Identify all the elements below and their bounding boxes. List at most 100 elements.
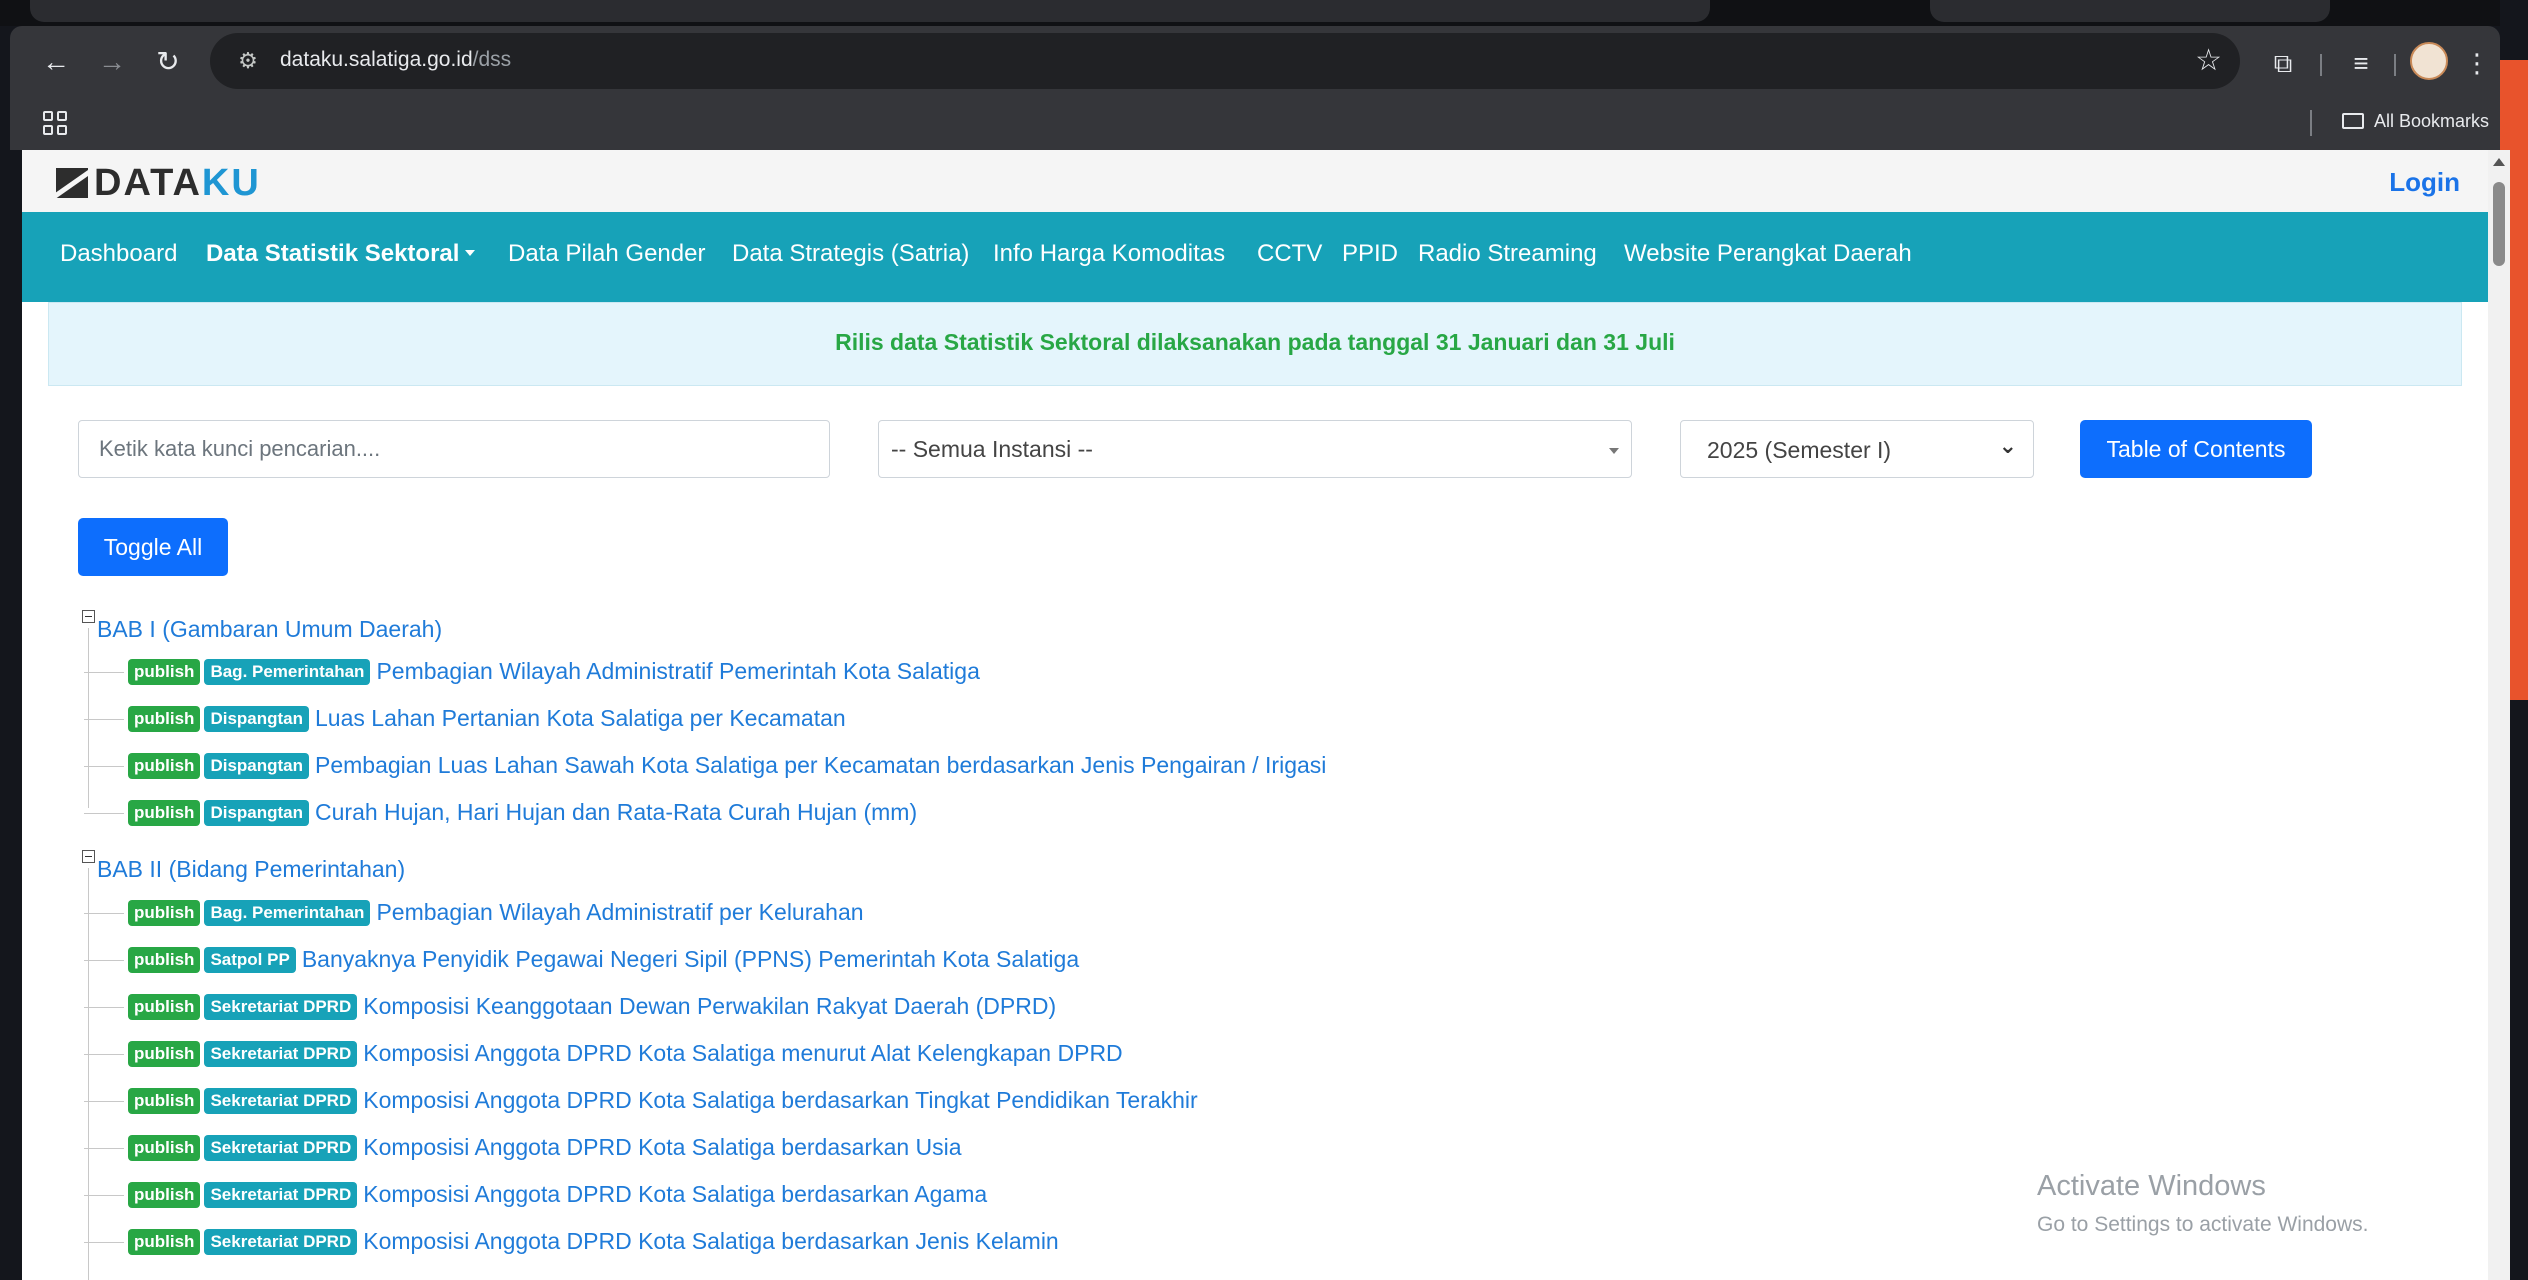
instansi-badge: Bag. Pemerintahan xyxy=(204,659,371,685)
dataset-link[interactable]: Komposisi Anggota DPRD Kota Salatiga ber… xyxy=(363,1087,1197,1113)
browser-tab[interactable] xyxy=(30,0,1710,22)
tree-item: publish Sekretariat DPRD Komposisi Keanggo… xyxy=(84,993,1056,1021)
publish-badge: publish xyxy=(128,1041,201,1067)
instansi-badge: Sekretariat DPRD xyxy=(204,1182,358,1208)
dataset-link[interactable]: Komposisi Anggota DPRD Kota Salatiga ber… xyxy=(363,1134,961,1160)
back-arrow-icon[interactable]: ← xyxy=(40,46,72,78)
nav-radio-streaming[interactable]: Radio Streaming xyxy=(1418,240,1597,268)
watermark-subtitle: Go to Settings to activate Windows. xyxy=(2037,1213,2369,1236)
publish-badge: publish xyxy=(128,994,201,1020)
url-text[interactable]: dataku.salatiga.go.id/dss xyxy=(280,48,511,72)
dataset-link[interactable]: Pembagian Luas Lahan Sawah Kota Salatiga… xyxy=(315,752,1326,778)
login-link[interactable]: Login xyxy=(2389,167,2460,198)
publish-badge: publish xyxy=(128,706,201,732)
media-control-icon[interactable]: ≡ xyxy=(2344,46,2378,80)
instansi-badge: Dispangtan xyxy=(204,706,310,732)
instansi-badge: Sekretariat DPRD xyxy=(204,994,358,1020)
instansi-badge: Bag. Pemerintahan xyxy=(204,900,371,926)
tree-item: publish Dispangtan Pembagian Luas Lahan Sa… xyxy=(84,752,1326,780)
nav-ppid[interactable]: PPID xyxy=(1342,240,1398,268)
toggle-all-button[interactable]: Toggle All xyxy=(78,518,228,576)
reload-icon[interactable]: ↻ xyxy=(152,46,184,78)
dataset-link[interactable]: Luas Lahan Pertanian Kota Salatiga per K… xyxy=(315,705,846,731)
chevron-down-icon: ⌄ xyxy=(1998,433,2017,458)
search-input[interactable] xyxy=(78,420,830,478)
all-bookmarks-button[interactable]: All Bookmarks xyxy=(2342,111,2489,132)
profile-avatar[interactable] xyxy=(2410,42,2448,80)
nav-website-perangkat-daerah[interactable]: Website Perangkat Daerah xyxy=(1624,240,1912,268)
dataset-link[interactable]: Komposisi Anggota DPRD Kota Salatiga men… xyxy=(363,1040,1122,1066)
tree-item: publish Sekretariat DPRD Komposisi Anggota… xyxy=(84,1040,1123,1068)
page-viewport: DATAKU Login Dashboard Data Statistik Se… xyxy=(22,150,2488,1280)
publish-badge: publish xyxy=(128,1135,201,1161)
tree-item: publish Sekretariat DPRD Komposisi Anggota… xyxy=(84,1181,987,1209)
apps-grid-icon[interactable] xyxy=(40,108,70,138)
instansi-badge: Dispangtan xyxy=(204,753,310,779)
tree-item: publish Dispangtan Curah Hujan, Hari Hujan… xyxy=(84,799,917,827)
browser-menu-icon[interactable]: ⋮ xyxy=(2464,46,2490,80)
instansi-badge: Dispangtan xyxy=(204,800,310,826)
dataset-link[interactable]: Komposisi Anggota DPRD Kota Salatiga ber… xyxy=(363,1181,987,1207)
dropdown-arrow-icon xyxy=(1609,448,1619,454)
folder-icon xyxy=(2342,113,2364,129)
dataset-link[interactable]: Komposisi Keanggotaan Dewan Perwakilan R… xyxy=(363,993,1056,1019)
scrollbar-thumb[interactable] xyxy=(2493,182,2505,266)
bookmarks-bar: All Bookmarks xyxy=(10,98,2500,150)
publish-badge: publish xyxy=(128,1088,201,1114)
activate-windows-watermark: Activate Windows Go to Settings to activ… xyxy=(2037,1170,2369,1237)
dataset-link[interactable]: Komposisi Anggota DPRD Kota Salatiga ber… xyxy=(363,1228,1059,1254)
tree-connector xyxy=(88,628,89,808)
tree-item: publish Bag. Pemerintahan Pembagian Wilaya… xyxy=(84,658,980,686)
publish-badge: publish xyxy=(128,800,201,826)
publish-badge: publish xyxy=(128,659,201,685)
collapse-toggle-icon[interactable] xyxy=(82,850,95,863)
tree-item: publish Satpol PP Banyaknya Penyidik Pegaw… xyxy=(84,946,1079,974)
dataku-logo[interactable]: DATAKU xyxy=(56,164,261,202)
nav-info-harga-komoditas[interactable]: Info Harga Komoditas xyxy=(993,240,1225,268)
site-header: DATAKU Login xyxy=(22,150,2488,212)
publish-badge: publish xyxy=(128,1229,201,1255)
browser-tabstrip xyxy=(0,0,2500,26)
forward-arrow-icon[interactable]: → xyxy=(96,46,128,78)
dataset-link[interactable]: Pembagian Wilayah Administratif Pemerint… xyxy=(376,658,979,684)
nav-cctv[interactable]: CCTV xyxy=(1257,240,1322,268)
scroll-up-arrow-icon[interactable] xyxy=(2493,158,2505,166)
tree-item: publish Sekretariat DPRD Komposisi Anggota… xyxy=(84,1228,1059,1256)
dataset-link[interactable]: Curah Hujan, Hari Hujan dan Rata-Rata Cu… xyxy=(315,799,917,825)
year-select-value: 2025 (Semester I) xyxy=(1707,437,1892,463)
instansi-badge: Sekretariat DPRD xyxy=(204,1088,358,1114)
nav-dashboard[interactable]: Dashboard xyxy=(60,240,177,268)
dataset-link[interactable]: Banyaknya Penyidik Pegawai Negeri Sipil … xyxy=(302,946,1079,972)
tree-item: publish Bag. Pemerintahan Pembagian Wilaya… xyxy=(84,899,864,927)
table-of-contents-button[interactable]: Table of Contents xyxy=(2080,420,2312,478)
instansi-select[interactable]: -- Semua Instansi -- xyxy=(878,420,1632,478)
site-settings-icon[interactable]: ⚙ xyxy=(232,45,264,77)
instansi-select-value: -- Semua Instansi -- xyxy=(891,436,1093,462)
toolbar-separator xyxy=(2320,54,2322,76)
bab-heading[interactable]: BAB II (Bidang Pemerintahan) xyxy=(82,850,405,883)
page-scrollbar[interactable] xyxy=(2488,150,2510,1280)
collapse-toggle-icon[interactable] xyxy=(82,610,95,623)
nav-data-statistik-sektoral[interactable]: Data Statistik Sektoral xyxy=(206,240,476,268)
bab-heading[interactable]: BAB I (Gambaran Umum Daerah) xyxy=(82,610,442,643)
instansi-badge: Sekretariat DPRD xyxy=(204,1229,358,1255)
browser-tab[interactable] xyxy=(1930,0,2330,22)
instansi-badge: Sekretariat DPRD xyxy=(204,1041,358,1067)
browser-toolbar: ← → ↻ ⚙ dataku.salatiga.go.id/dss ☆ ⧉ ≡ … xyxy=(10,26,2500,98)
publish-badge: publish xyxy=(128,947,201,973)
dataset-link[interactable]: Pembagian Wilayah Administratif per Kelu… xyxy=(376,899,863,925)
main-navbar: Dashboard Data Statistik Sektoral Data P… xyxy=(22,212,2488,302)
bookmark-star-icon[interactable]: ☆ xyxy=(2195,43,2222,79)
tree-connector xyxy=(88,868,89,1280)
tree-item: publish Sekretariat DPRD Komposisi Anggota… xyxy=(84,1087,1198,1115)
address-bar[interactable]: ⚙ dataku.salatiga.go.id/dss ☆ xyxy=(210,33,2240,89)
extensions-icon[interactable]: ⧉ xyxy=(2266,46,2300,80)
publish-badge: publish xyxy=(128,900,201,926)
release-notice-text: Rilis data Statistik Sektoral dilaksanak… xyxy=(835,329,1675,355)
nav-data-strategis[interactable]: Data Strategis (Satria) xyxy=(732,240,969,268)
publish-badge: publish xyxy=(128,753,201,779)
year-select[interactable]: 2025 (Semester I) ⌄ xyxy=(1680,420,2034,478)
nav-data-pilah-gender[interactable]: Data Pilah Gender xyxy=(508,240,705,268)
toolbar-separator xyxy=(2394,54,2396,76)
tree-item: publish Dispangtan Luas Lahan Pertanian Ko… xyxy=(84,705,846,733)
